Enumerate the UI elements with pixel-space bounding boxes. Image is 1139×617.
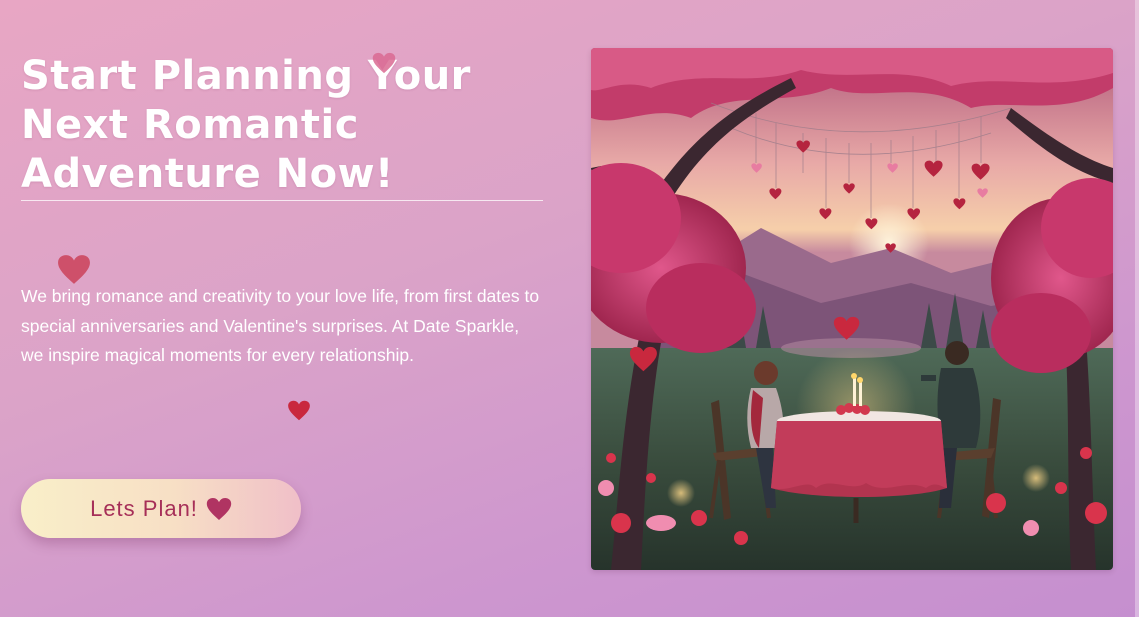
romantic-dinner-image [591, 48, 1113, 570]
heart-icon [206, 497, 232, 520]
hero-headline: Start Planning Your Next Romantic Advent… [21, 53, 471, 197]
page-edge [1135, 0, 1139, 617]
lets-plan-button[interactable]: Lets Plan! [21, 479, 301, 538]
floating-heart-icon [288, 400, 310, 421]
hero-intro-text: We bring romance and creativity to your … [21, 286, 540, 365]
cta-label: Lets Plan! [90, 495, 198, 521]
floating-heart-icon [372, 52, 396, 74]
headline-divider [21, 200, 543, 201]
floating-heart-icon [58, 255, 90, 284]
